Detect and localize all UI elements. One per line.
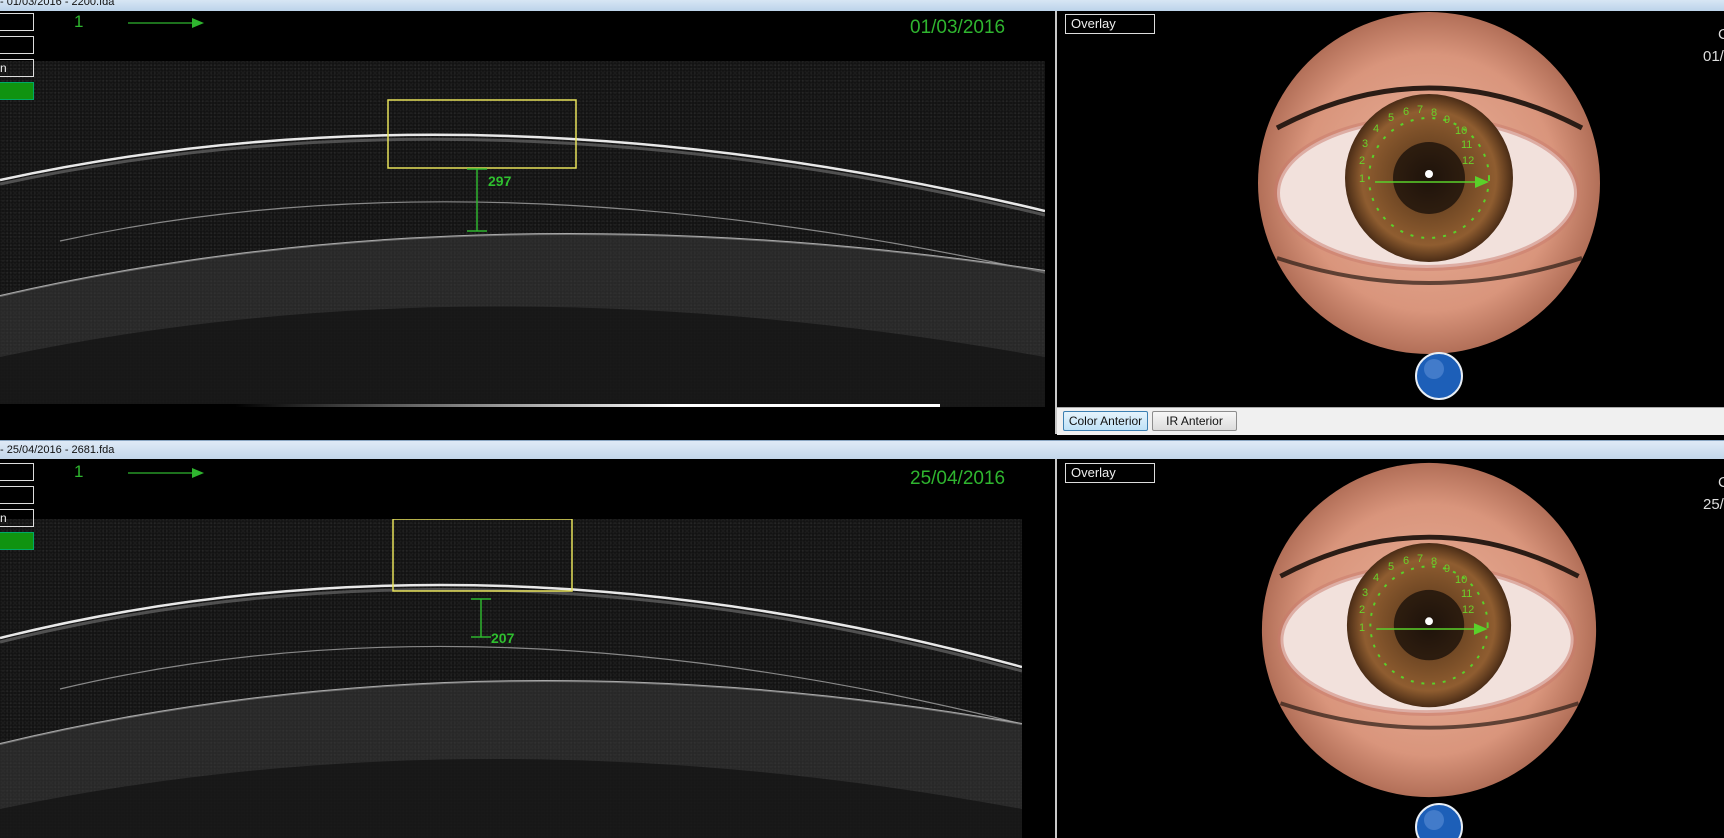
bottom-right-label-1: C (1718, 474, 1724, 491)
bottom-anterior-photo[interactable] (1257, 459, 1602, 801)
bottom-right-label-2: 25/ (1703, 496, 1724, 513)
top-file-title: - 01/03/2016 - 2200.fda (0, 0, 115, 8)
top-scan-number: 1 (74, 12, 84, 31)
bottom-roi-box (392, 519, 573, 592)
top-grayscale-bar (0, 404, 940, 407)
top-right-label-1: C (1718, 26, 1724, 43)
color-anterior-button[interactable]: Color Anterior (1063, 411, 1148, 431)
right-arrow-icon (128, 468, 204, 478)
top-thickness-measurement: 297 (488, 173, 512, 189)
bottom-thickness-measurement: 207 (491, 630, 515, 646)
bottom-side-field-2[interactable] (0, 486, 34, 504)
blue-circle-icon[interactable] (1414, 351, 1464, 401)
top-side-field-4[interactable] (0, 82, 34, 100)
ir-anterior-button[interactable]: IR Anterior (1152, 411, 1237, 431)
bottom-side-field-4[interactable] (0, 532, 34, 550)
bottom-oct-image[interactable] (0, 519, 1022, 838)
top-side-field-3[interactable]: n (0, 59, 34, 77)
bottom-title-bar: - 25/04/2016 - 2681.fda (0, 440, 1724, 460)
bottom-overlay-toggle[interactable]: Overlay (1065, 463, 1155, 483)
top-oct-pane[interactable]: n 1 01/03/2016 297 ▶ (0, 11, 1055, 407)
bottom-oct-layers (0, 519, 1022, 838)
right-arrow-icon (128, 18, 204, 28)
bottom-side-field-1[interactable] (0, 463, 34, 481)
bottom-side-field-3[interactable]: n (0, 509, 34, 527)
top-scan-date: 01/03/2016 (910, 17, 1006, 38)
top-oct-layers (0, 99, 1045, 407)
top-right-label-2: 01/ (1703, 48, 1724, 65)
bottom-fundus-pane[interactable]: Overlay C 25/ 1 2 3 4 5 6 7 8 9 10 11 12 (1057, 459, 1724, 838)
top-side-field-1[interactable] (0, 13, 34, 31)
top-side-field-2[interactable] (0, 36, 34, 54)
top-oct-image[interactable] (0, 61, 1045, 407)
bottom-file-title: - 25/04/2016 - 2681.fda (0, 444, 115, 456)
blue-circle-icon[interactable] (1414, 802, 1464, 838)
bottom-oct-pane[interactable]: n 1 25/04/2016 207 (0, 459, 1055, 838)
top-overlay-toggle[interactable]: Overlay (1065, 14, 1155, 34)
bottom-scan-date: 25/04/2016 (910, 468, 1006, 489)
bottom-scan-number: 1 (74, 462, 84, 481)
anterior-mode-toolbar: Color Anterior IR Anterior (1057, 407, 1724, 435)
top-anterior-photo[interactable] (1257, 11, 1602, 358)
top-fundus-pane[interactable]: Overlay C 01/ 1 2 3 4 5 6 7 8 9 10 11 12 (1057, 11, 1724, 407)
